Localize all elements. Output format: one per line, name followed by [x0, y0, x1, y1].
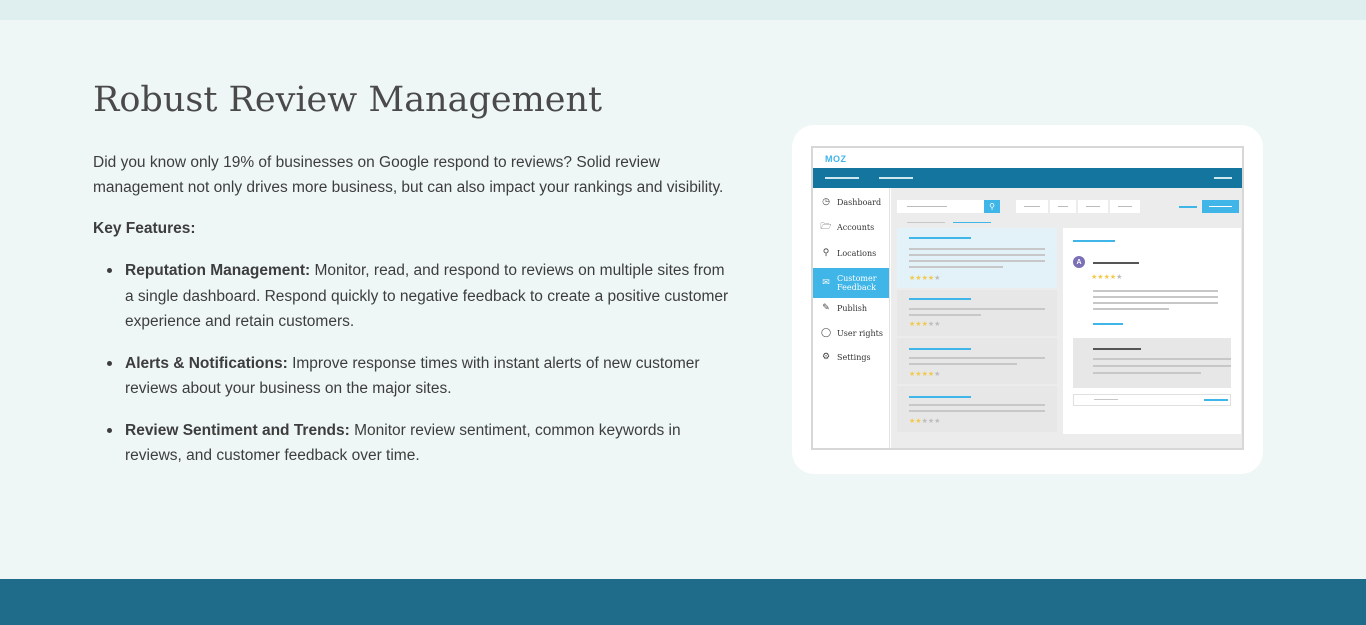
top-band — [0, 0, 1366, 20]
review-management-section: Robust Review Management Did you know on… — [93, 78, 743, 485]
mockup-tab — [1050, 200, 1076, 213]
review-card: ★★★★★ — [897, 338, 1057, 384]
mockup-topbar — [813, 168, 1242, 188]
star-rating: ★★★★★ — [909, 275, 940, 283]
topbar-menu-line — [1214, 177, 1232, 179]
sidebar-item-label: Accounts — [837, 222, 875, 232]
feature-item-sentiment: Review Sentiment and Trends: Monitor rev… — [107, 418, 733, 469]
mockup-tab — [1110, 200, 1140, 213]
sidebar-item-label: User rights — [837, 328, 883, 338]
sidebar-item-publish: ✎ Publish — [813, 296, 889, 320]
mockup-sidebar: ◷ Dashboard 🗁 Accounts ⚲ Locations ✉ Cus… — [813, 188, 890, 448]
sidebar-item-dashboard: ◷ Dashboard — [813, 190, 889, 214]
publish-icon: ✎ — [822, 303, 830, 313]
location-icon: ⚲ — [822, 248, 830, 258]
mockup-search-input — [897, 200, 984, 213]
sidebar-item-settings: ⚙ Settings — [813, 345, 889, 369]
feature-title: Reputation Management: — [125, 262, 311, 279]
mockup-tab-active-line — [1179, 206, 1197, 208]
sidebar-item-label: Locations — [837, 248, 877, 258]
star-empty-icon: ★ — [934, 371, 941, 378]
sidebar-item-user-rights: ◯ User rights — [813, 321, 889, 345]
mockup-main-area: ⚲ ★★★★★ ★★★★★ ★★★★★ ★★★★★ A ★★★★★ — [891, 188, 1242, 448]
review-card: ★★★★★ — [897, 228, 1057, 288]
dashboard-mockup-card: MOZ ◷ Dashboard 🗁 Accounts ⚲ Locations ✉… — [792, 125, 1263, 474]
mockup-action-button — [1202, 200, 1239, 213]
key-features-heading: Key Features: — [93, 220, 196, 237]
mockup-tab — [1016, 200, 1048, 213]
mockup-tab — [1078, 200, 1108, 213]
avatar: A — [1073, 256, 1085, 268]
review-card: ★★★★★ — [897, 386, 1057, 432]
moz-logo: MOZ — [825, 154, 847, 164]
gear-icon: ⚙ — [821, 352, 831, 362]
sidebar-item-locations: ⚲ Locations — [813, 241, 889, 265]
review-card: ★★★★★ — [897, 290, 1057, 336]
feedback-icon: ✉ — [822, 277, 830, 288]
star-rating: ★★★★★ — [909, 418, 940, 426]
star-empty-icon: ★ — [934, 418, 941, 425]
intro-paragraph: Did you know only 19% of businesses on G… — [93, 154, 724, 196]
topbar-nav-line — [879, 177, 913, 179]
star-empty-icon: ★ — [934, 321, 941, 328]
star-rating: ★★★★★ — [909, 371, 940, 379]
features-list: Reputation Management: Monitor, read, an… — [93, 258, 743, 469]
dashboard-icon: ◷ — [822, 197, 830, 207]
feature-item-reputation: Reputation Management: Monitor, read, an… — [107, 258, 733, 335]
mockup-filter-line — [907, 222, 945, 223]
section-title: Robust Review Management — [93, 80, 603, 120]
search-icon: ⚲ — [984, 200, 1000, 213]
star-empty-icon: ★ — [1116, 274, 1123, 281]
mockup-filter-line — [953, 222, 991, 223]
user-icon: ◯ — [820, 328, 832, 338]
sidebar-item-label: Publish — [837, 303, 868, 313]
sidebar-item-accounts: 🗁 Accounts — [813, 215, 889, 239]
folder-icon: 🗁 — [820, 222, 832, 232]
footer-band — [0, 579, 1366, 625]
dashboard-mockup-window: MOZ ◷ Dashboard 🗁 Accounts ⚲ Locations ✉… — [811, 146, 1244, 450]
mockup-review-list: ★★★★★ ★★★★★ ★★★★★ ★★★★★ — [897, 228, 1057, 438]
mockup-review-detail: A ★★★★★ — [1063, 228, 1241, 434]
feature-title: Alerts & Notifications: — [125, 354, 288, 372]
sidebar-item-customer-feedback: ✉ Customer Feedback — [813, 268, 889, 298]
topbar-nav-line — [825, 177, 859, 179]
mockup-reply-input — [1073, 394, 1231, 406]
feature-item-alerts: Alerts & Notifications: Improve response… — [107, 351, 733, 402]
sidebar-item-label: Customer Feedback — [837, 274, 877, 292]
feature-title: Review Sentiment and Trends: — [125, 421, 350, 439]
sidebar-item-label: Dashboard — [837, 197, 882, 207]
mockup-reply-preview — [1073, 338, 1231, 388]
star-rating: ★★★★★ — [1091, 274, 1122, 282]
star-empty-icon: ★ — [934, 275, 941, 282]
star-rating: ★★★★★ — [909, 321, 940, 329]
sidebar-item-label: Settings — [837, 352, 871, 362]
